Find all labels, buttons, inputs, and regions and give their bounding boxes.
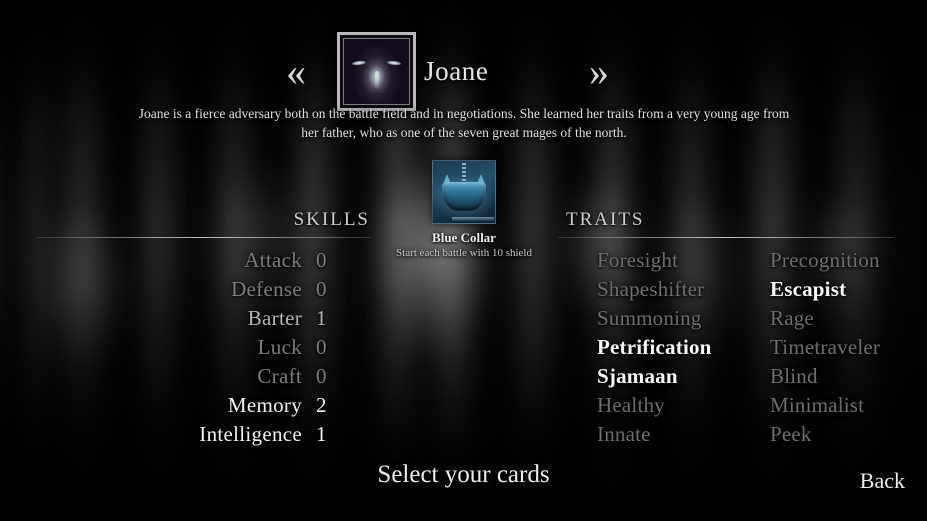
trait-item[interactable]: Rage (770, 304, 927, 333)
trait-item[interactable]: Precognition (770, 246, 927, 275)
trait-item[interactable]: Timetraveler (770, 333, 927, 362)
skill-value: 1 (316, 422, 327, 446)
skill-value: 0 (316, 248, 327, 272)
character-select-screen: « Joane » Joane is a fierce adversary bo… (0, 0, 927, 521)
skill-row: Attack 0 (120, 246, 340, 275)
chain-detail (462, 163, 466, 183)
portrait-eye-right (386, 60, 402, 66)
starting-card: Blue Collar Start each battle with 10 sh… (380, 160, 548, 259)
skill-value: 0 (316, 335, 327, 359)
character-header: « Joane » (0, 12, 927, 111)
skill-row: Barter 1 (120, 304, 340, 333)
trait-item[interactable]: Shapeshifter (597, 275, 787, 304)
skill-row: Luck 0 (120, 333, 340, 362)
skill-row: Memory 2 (120, 391, 340, 420)
skills-section-header: SKILLS (293, 209, 370, 230)
skill-row: Intelligence 1 (120, 420, 340, 449)
skill-value: 1 (316, 306, 327, 330)
collar-body (442, 182, 494, 221)
portrait-nose (374, 71, 379, 89)
skill-value: 0 (316, 277, 327, 301)
trait-item[interactable]: Sjamaan (597, 362, 787, 391)
trait-item[interactable]: Summoning (597, 304, 787, 333)
female-face-portrait-icon (343, 38, 410, 105)
trait-item[interactable]: Healthy (597, 391, 787, 420)
blue-collar-armor-icon[interactable] (432, 160, 496, 224)
skill-row: Craft 0 (120, 362, 340, 391)
previous-character-arrow-icon[interactable]: « (275, 50, 317, 98)
skill-row: Defense 0 (120, 275, 340, 304)
trait-item[interactable]: Minimalist (770, 391, 927, 420)
skill-name: Intelligence (199, 422, 302, 446)
skills-list: Attack 0 Defense 0 Barter 1 Luck 0 Craft 0 Memory 2… (120, 246, 340, 449)
traits-column-two: Precognition Escapist Rage Timetraveler Blin… (770, 246, 927, 449)
skill-value: 0 (316, 364, 327, 388)
portrait-eye-left (351, 60, 367, 66)
skill-name: Attack (244, 248, 302, 272)
skill-name: Barter (247, 306, 302, 330)
skills-divider (37, 237, 371, 238)
traits-column-one: Foresight Shapeshifter Summoning Petrificat… (597, 246, 787, 449)
trait-item[interactable]: Innate (597, 420, 787, 449)
card-description: Start each battle with 10 shield (396, 247, 532, 259)
collar-band (452, 217, 494, 221)
select-cards-button[interactable]: Select your cards (0, 461, 927, 489)
character-description: Joane is a fierce adversary both on the … (138, 106, 790, 140)
skill-value: 2 (316, 393, 327, 417)
character-portrait[interactable] (337, 32, 416, 111)
back-button[interactable]: Back (860, 468, 905, 494)
skill-name: Memory (227, 393, 302, 417)
trait-item[interactable]: Peek (770, 420, 927, 449)
portrait-mouth (368, 92, 385, 96)
trait-item[interactable]: Foresight (597, 246, 787, 275)
trait-item[interactable]: Petrification (597, 333, 787, 362)
traits-divider (558, 237, 894, 238)
skill-name: Luck (257, 335, 302, 359)
next-character-arrow-icon[interactable]: » (578, 50, 620, 98)
trait-item[interactable]: Blind (770, 362, 927, 391)
traits-section-header: TRAITS (566, 209, 645, 230)
trait-item[interactable]: Escapist (770, 275, 927, 304)
skill-name: Craft (257, 364, 302, 388)
card-title: Blue Collar (432, 230, 496, 245)
character-name: Joane (424, 56, 489, 86)
skill-name: Defense (231, 277, 302, 301)
